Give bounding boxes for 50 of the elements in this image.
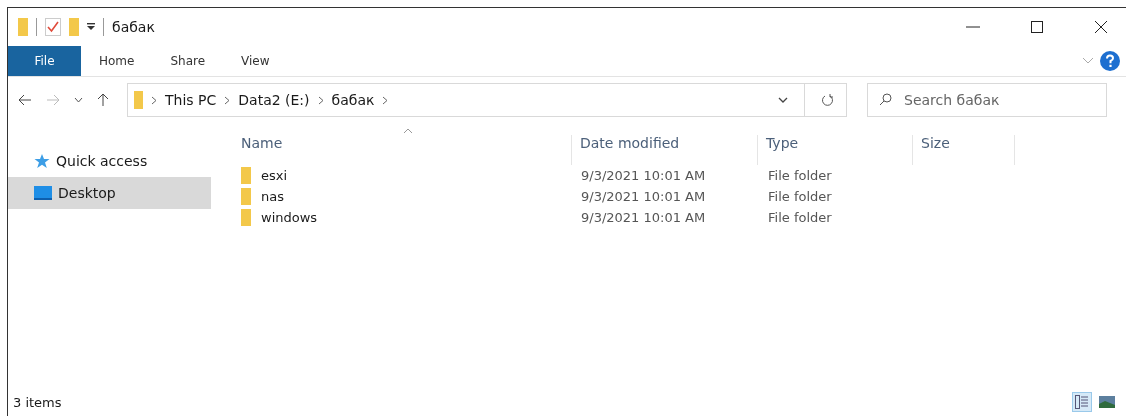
breadcrumb[interactable]: Data2 (E:) <box>238 92 310 108</box>
file-name[interactable]: windows <box>261 210 318 225</box>
sidebar-item[interactable]: Desktop <box>8 177 211 209</box>
back-arrow-icon[interactable] <box>18 94 32 106</box>
folder-icon <box>241 188 251 205</box>
help-icon[interactable] <box>1100 51 1120 71</box>
table-cell: File folder <box>768 168 832 183</box>
ribbon-tab[interactable]: Share <box>152 46 224 76</box>
customize-toolbar-icon[interactable] <box>87 23 95 31</box>
dropdown-icon[interactable] <box>778 97 788 103</box>
breadcrumb[interactable]: This PC <box>165 92 217 108</box>
folder-icon <box>134 91 143 109</box>
recent-locations-icon[interactable] <box>74 97 83 103</box>
desktop-icon <box>34 186 52 200</box>
ribbon-tab[interactable]: Home <box>81 46 153 76</box>
window-title: бабак <box>112 19 155 35</box>
file-menu-tab[interactable]: File <box>8 46 81 76</box>
search-field[interactable]: Search бабак <box>867 83 1107 117</box>
address-bar[interactable]: This PC Data2 (E:) бабак <box>127 83 847 117</box>
ribbon-tab[interactable]: View <box>223 46 288 76</box>
breadcrumb[interactable]: бабак <box>331 92 375 108</box>
details-view-button[interactable] <box>1072 392 1092 412</box>
folder-icon <box>241 167 251 184</box>
table-cell: File folder <box>768 210 832 225</box>
sort-ascending-icon <box>403 128 413 134</box>
thumbnails-view-button[interactable] <box>1096 393 1118 411</box>
table-cell: 9/3/2021 10:01 AM <box>581 168 706 183</box>
search-icon <box>879 93 892 106</box>
refresh-icon[interactable] <box>821 93 834 107</box>
file-name[interactable]: nas <box>261 189 284 204</box>
table-cell: File folder <box>768 189 832 204</box>
chevron-icon[interactable] <box>224 95 231 105</box>
column-header[interactable]: Date modified <box>571 135 757 165</box>
up-arrow-icon[interactable] <box>97 93 109 107</box>
maximize-icon[interactable] <box>1030 20 1044 34</box>
sidebar-item[interactable]: Quick access <box>8 145 211 177</box>
folder-icon <box>241 209 251 226</box>
table-cell: 9/3/2021 10:01 AM <box>581 189 706 204</box>
chevron-icon[interactable] <box>317 95 324 105</box>
column-header[interactable]: Type <box>757 135 912 165</box>
column-header[interactable]: Size <box>912 135 1015 165</box>
chevron-icon[interactable] <box>382 95 389 105</box>
close-icon[interactable] <box>1094 20 1108 34</box>
column-header[interactable]: Name <box>231 135 571 165</box>
item-count: 3 items <box>13 394 62 410</box>
file-name[interactable]: esxi <box>261 168 288 183</box>
chevron-icon[interactable] <box>151 95 157 105</box>
star-icon <box>34 153 50 169</box>
table-cell: 9/3/2021 10:01 AM <box>581 210 706 225</box>
properties-icon[interactable] <box>45 18 61 36</box>
